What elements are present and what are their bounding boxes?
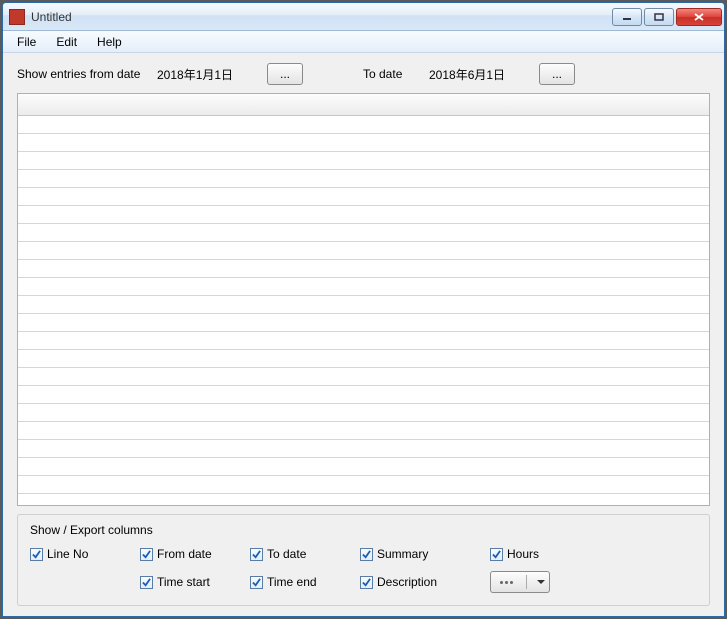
- checkbox-line-no[interactable]: Line No: [30, 547, 140, 561]
- client-area: Show entries from date 2018年1月1日 ... To …: [3, 53, 724, 616]
- checkbox-time-start[interactable]: Time start: [140, 575, 250, 589]
- ellipsis-icon: ...: [280, 67, 290, 81]
- to-date-picker-button[interactable]: ...: [539, 63, 575, 85]
- export-dropdown-button[interactable]: [490, 571, 550, 593]
- grid-body[interactable]: [18, 116, 709, 505]
- window-title: Untitled: [31, 10, 612, 24]
- checkbox-hours[interactable]: Hours: [490, 547, 600, 561]
- entries-grid[interactable]: [17, 93, 710, 506]
- check-icon: [360, 548, 373, 561]
- minimize-button[interactable]: [612, 8, 642, 26]
- checkbox-to-date[interactable]: To date: [250, 547, 360, 561]
- chevron-down-icon: [537, 580, 545, 584]
- from-date-label: Show entries from date: [17, 67, 147, 81]
- date-filter-row: Show entries from date 2018年1月1日 ... To …: [17, 63, 710, 85]
- more-icon: [497, 577, 515, 587]
- checkbox-label: Summary: [377, 547, 428, 561]
- maximize-button[interactable]: [644, 8, 674, 26]
- checkbox-from-date[interactable]: From date: [140, 547, 250, 561]
- checkbox-label: To date: [267, 547, 306, 561]
- columns-grid: Line No From date To date Summary Hours: [30, 547, 697, 593]
- from-date-picker-button[interactable]: ...: [267, 63, 303, 85]
- app-window: Untitled File Edit Help Show entries fro…: [2, 2, 725, 617]
- checkbox-label: From date: [157, 547, 212, 561]
- close-button[interactable]: [676, 8, 722, 26]
- menu-file[interactable]: File: [7, 33, 46, 51]
- checkbox-label: Description: [377, 575, 437, 589]
- check-icon: [140, 548, 153, 561]
- menu-help[interactable]: Help: [87, 33, 132, 51]
- menubar: File Edit Help: [3, 31, 724, 53]
- checkbox-label: Hours: [507, 547, 539, 561]
- checkbox-time-end[interactable]: Time end: [250, 575, 360, 589]
- window-controls: [612, 8, 722, 26]
- app-icon: [9, 9, 25, 25]
- columns-legend: Show / Export columns: [30, 523, 697, 537]
- ellipsis-icon: ...: [552, 67, 562, 81]
- check-icon: [30, 548, 43, 561]
- minimize-icon: [622, 13, 632, 21]
- to-date-label: To date: [363, 67, 419, 81]
- checkbox-label: Time start: [157, 575, 210, 589]
- grid-header: [18, 94, 709, 116]
- close-icon: [693, 12, 705, 22]
- check-icon: [140, 576, 153, 589]
- maximize-icon: [654, 13, 664, 21]
- check-icon: [250, 548, 263, 561]
- titlebar: Untitled: [3, 3, 724, 31]
- columns-fieldset: Show / Export columns Line No From date …: [17, 514, 710, 606]
- checkbox-description[interactable]: Description: [360, 575, 490, 589]
- to-date-value: 2018年6月1日: [429, 66, 529, 83]
- checkbox-label: Line No: [47, 547, 88, 561]
- checkbox-summary[interactable]: Summary: [360, 547, 490, 561]
- check-icon: [250, 576, 263, 589]
- checkbox-label: Time end: [267, 575, 317, 589]
- check-icon: [360, 576, 373, 589]
- check-icon: [490, 548, 503, 561]
- from-date-value: 2018年1月1日: [157, 66, 257, 83]
- menu-edit[interactable]: Edit: [46, 33, 87, 51]
